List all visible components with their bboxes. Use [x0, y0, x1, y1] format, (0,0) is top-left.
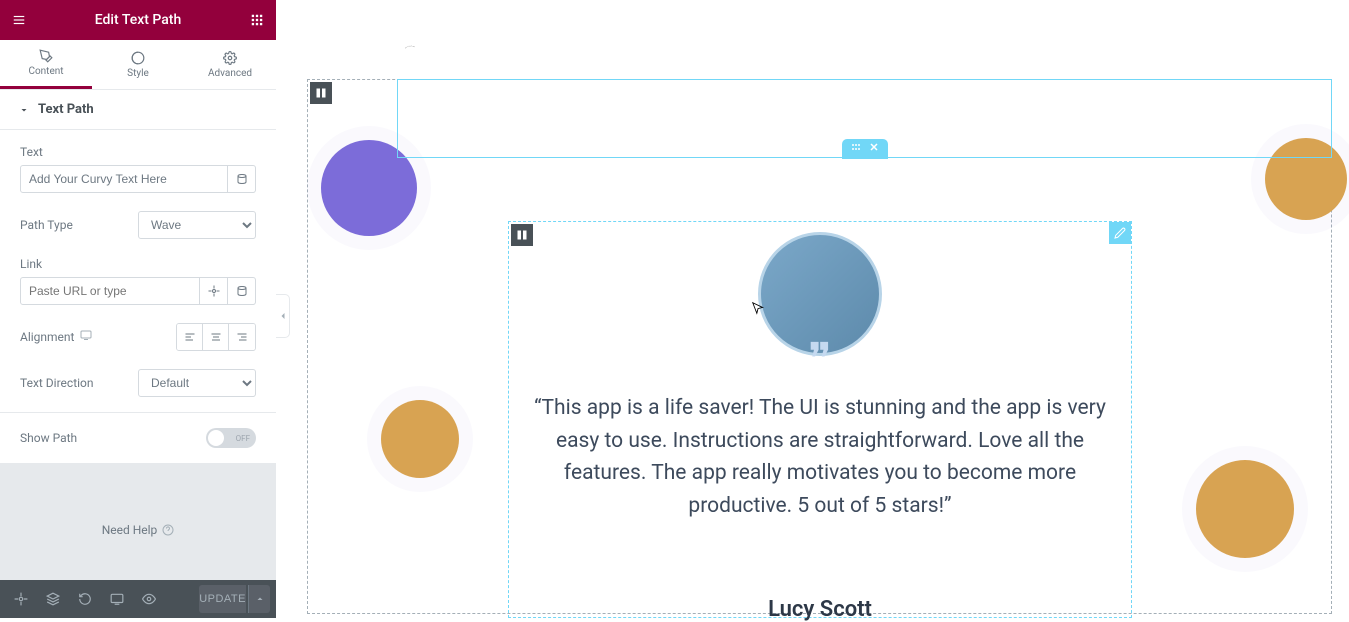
- curvy-text-content: Add Your Curvy Text Here: [405, 45, 416, 49]
- testimonial-text: “This app is a life saver! The UI is stu…: [524, 392, 1116, 522]
- control-textdir: Text Direction Default: [20, 369, 256, 397]
- section-title: Text Path: [38, 102, 94, 117]
- sidebar-title: Edit Text Path: [28, 12, 248, 28]
- sidebar-filler: Need Help: [0, 463, 276, 580]
- testimonial-section[interactable]: ❞ “This app is a life saver! The UI is s…: [508, 221, 1132, 618]
- textpath-widget[interactable]: [397, 79, 1332, 158]
- alignment-label: Alignment: [20, 330, 74, 344]
- dynamic-tags-button[interactable]: [228, 165, 256, 193]
- navigator-button[interactable]: [38, 580, 68, 618]
- curvy-text-svg: Add Your Curvy Text Here: [405, 40, 419, 54]
- preview-button[interactable]: [134, 580, 164, 618]
- control-pathtype: Path Type Wave: [20, 211, 256, 239]
- tab-style-label: Style: [127, 68, 149, 79]
- sidebar-footer: UPDATE: [0, 580, 276, 618]
- tab-content[interactable]: Content: [0, 40, 92, 89]
- panel-tabs: Content Style Advanced: [0, 40, 276, 90]
- testimonial-name: Lucy Scott: [509, 597, 1131, 622]
- responsive-button[interactable]: [102, 580, 132, 618]
- cursor-icon: [751, 298, 765, 318]
- text-label: Text: [20, 145, 256, 159]
- sidebar-header: Edit Text Path: [0, 0, 276, 40]
- settings-button[interactable]: [6, 580, 36, 618]
- svg-text:Add Your Curvy Text Here: Add Your Curvy Text Here: [405, 45, 416, 49]
- need-help-link[interactable]: Need Help: [102, 523, 175, 537]
- avatar: [1196, 460, 1294, 558]
- align-center-button[interactable]: [203, 324, 229, 350]
- widget-handle[interactable]: [842, 139, 888, 159]
- dynamic-link-button[interactable]: [228, 277, 256, 305]
- responsive-icon[interactable]: [80, 329, 92, 345]
- history-button[interactable]: [70, 580, 100, 618]
- align-left-button[interactable]: [177, 324, 203, 350]
- section-handle[interactable]: [511, 224, 533, 246]
- tab-advanced[interactable]: Advanced: [184, 40, 276, 89]
- collapse-sidebar-button[interactable]: [276, 294, 290, 338]
- textdir-label: Text Direction: [20, 376, 94, 390]
- control-alignment: Alignment: [20, 323, 256, 351]
- tab-style[interactable]: Style: [92, 40, 184, 89]
- toggle-state-label: OFF: [236, 434, 250, 443]
- apps-icon[interactable]: [248, 11, 266, 29]
- text-input[interactable]: [20, 165, 228, 193]
- link-label: Link: [20, 257, 256, 271]
- link-options-button[interactable]: [200, 277, 228, 305]
- menu-icon[interactable]: [10, 11, 28, 29]
- align-right-button[interactable]: [229, 324, 255, 350]
- control-link: Link: [20, 257, 256, 305]
- section-body: Text Path Type Wave Link: [0, 130, 276, 412]
- need-help-label: Need Help: [102, 523, 158, 537]
- quote-icon: ❞: [808, 334, 832, 385]
- pathtype-select[interactable]: Wave: [138, 211, 256, 239]
- avatar: [381, 400, 459, 478]
- showpath-label: Show Path: [20, 431, 77, 445]
- drag-icon[interactable]: [850, 141, 862, 157]
- textdir-select[interactable]: Default: [138, 369, 256, 397]
- panel-section: Text Path Text Path Type Wave Link: [0, 90, 276, 463]
- control-text: Text: [20, 145, 256, 193]
- update-button[interactable]: UPDATE: [199, 585, 246, 613]
- update-caret[interactable]: [248, 585, 270, 613]
- section-handle[interactable]: [310, 82, 332, 104]
- link-input[interactable]: [20, 277, 200, 305]
- close-icon[interactable]: [868, 141, 880, 157]
- pathtype-label: Path Type: [20, 218, 73, 232]
- control-showpath: Show Path OFF: [20, 428, 256, 448]
- edit-section-button[interactable]: [1109, 222, 1131, 244]
- tab-content-label: Content: [28, 66, 63, 77]
- editor-sidebar: Edit Text Path Content Style Advanced Te…: [0, 0, 276, 618]
- section-header[interactable]: Text Path: [0, 90, 276, 130]
- showpath-toggle[interactable]: OFF: [206, 428, 256, 448]
- editor-canvas: Add Your Curvy Text Here ❞ “This app is …: [290, 0, 1349, 618]
- tab-advanced-label: Advanced: [208, 68, 252, 79]
